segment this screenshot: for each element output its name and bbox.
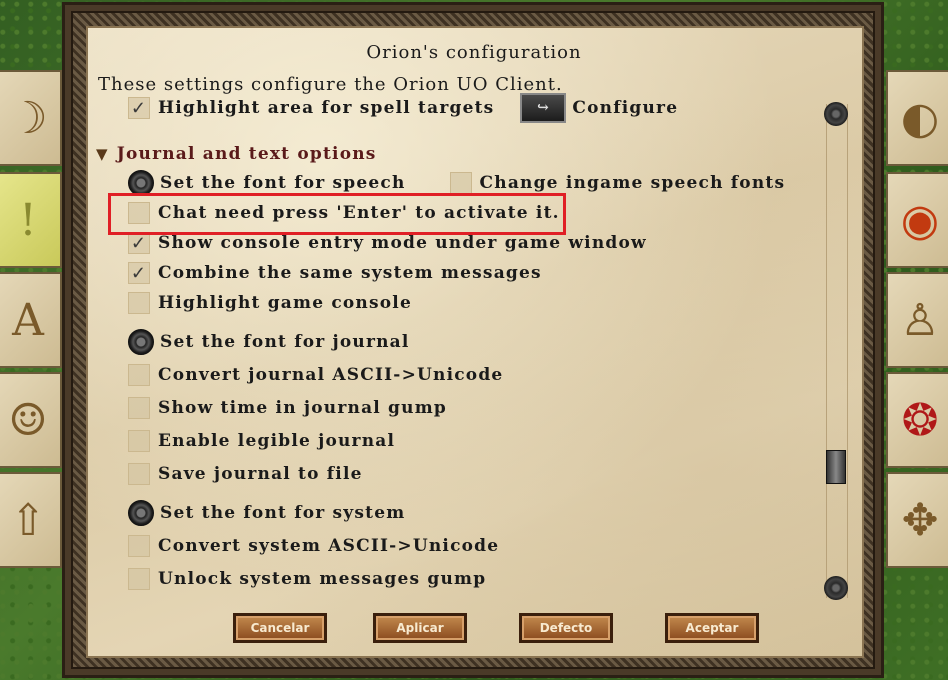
journal-option-convert: Convert journal ASCII->Unicode (128, 361, 503, 389)
dialog-subtitle: These settings configure the Orion UO Cl… (98, 74, 563, 95)
scrollbar-thumb[interactable] (826, 450, 846, 484)
change-speech-fonts-label: Change ingame speech fonts (479, 173, 786, 193)
dialog-title: Orion's configuration (366, 42, 582, 63)
system-font-label: Set the font for system (160, 503, 406, 523)
configure-icon[interactable]: ↪ (520, 93, 567, 123)
highlight-spell-label: Highlight area for spell targets (158, 98, 495, 118)
option-checkbox[interactable]: ✓ (128, 262, 150, 284)
default-button[interactable]: Defecto (519, 613, 613, 643)
configure-label[interactable]: Configure (572, 98, 678, 118)
option-combine-messages: ✓ Combine the same system messages (128, 259, 542, 287)
paperdoll-icon[interactable]: ♙ (886, 272, 948, 368)
speech-font-label: Set the font for speech (160, 173, 406, 193)
exclamation-icon[interactable]: ! (0, 172, 62, 268)
journal-font-row: Set the font for journal (128, 328, 410, 356)
face-icon[interactable]: ☺ (0, 372, 62, 468)
option-checkbox[interactable] (128, 463, 150, 485)
section-journal-text-options[interactable]: ▼ Journal and text options (96, 141, 377, 167)
option-label: Convert journal ASCII->Unicode (158, 365, 504, 385)
option-label: Save journal to file (158, 464, 363, 484)
option-label: Convert system ASCII->Unicode (158, 536, 500, 556)
option-label: Unlock system messages gump (158, 569, 487, 589)
mouse-icon[interactable]: ◐ (886, 70, 948, 166)
journal-font-label: Set the font for journal (160, 332, 410, 352)
highlight-spell-row: ✓ Highlight area for spell targets ↪ Con… (128, 93, 678, 123)
option-label: Enable legible journal (158, 431, 396, 451)
section-title: Journal and text options (116, 144, 377, 164)
system-font-row: Set the font for system (128, 499, 405, 527)
change-speech-fonts-checkbox[interactable] (449, 172, 472, 194)
scroll-up-button[interactable] (824, 102, 848, 126)
option-highlight-console: Highlight game console (128, 289, 412, 317)
letter-a-icon[interactable]: A (0, 272, 62, 368)
option-label: Show console entry mode under game windo… (158, 233, 647, 253)
scrollbar-track[interactable] (826, 104, 848, 598)
option-label: Combine the same system messages (158, 263, 542, 283)
option-checkbox[interactable] (128, 364, 150, 386)
apply-button[interactable]: Aplicar (373, 613, 467, 643)
system-option-convert: Convert system ASCII->Unicode (128, 532, 499, 560)
up-arrow-icon[interactable]: ⇧ (0, 472, 62, 568)
option-label: Show time in journal gump (158, 398, 447, 418)
highlight-box (108, 193, 566, 235)
journal-font-button[interactable] (128, 329, 154, 355)
expand-arrow-icon[interactable]: ▼ (96, 145, 109, 163)
option-checkbox[interactable] (128, 397, 150, 419)
rune-icon[interactable]: ❂ (886, 372, 948, 468)
option-label: Highlight game console (158, 293, 412, 313)
option-checkbox[interactable]: ✓ (128, 232, 150, 254)
system-font-button[interactable] (128, 500, 154, 526)
option-checkbox[interactable] (128, 568, 150, 590)
eye-icon[interactable]: ◉ (886, 172, 948, 268)
option-checkbox[interactable] (128, 430, 150, 452)
horn-icon[interactable]: ☽ (0, 70, 62, 166)
option-checkbox[interactable] (128, 292, 150, 314)
system-option-unlock: Unlock system messages gump (128, 565, 486, 593)
journal-option-legible: Enable legible journal (128, 427, 395, 455)
accept-button[interactable]: Aceptar (665, 613, 759, 643)
journal-option-show-time: Show time in journal gump (128, 394, 447, 422)
scroll-down-button[interactable] (824, 576, 848, 600)
cancel-button[interactable]: Cancelar (233, 613, 327, 643)
journal-option-save: Save journal to file (128, 460, 363, 488)
highlight-spell-checkbox[interactable]: ✓ (128, 97, 150, 119)
celtic-knot-icon[interactable]: ✥ (886, 472, 948, 568)
option-checkbox[interactable] (128, 535, 150, 557)
